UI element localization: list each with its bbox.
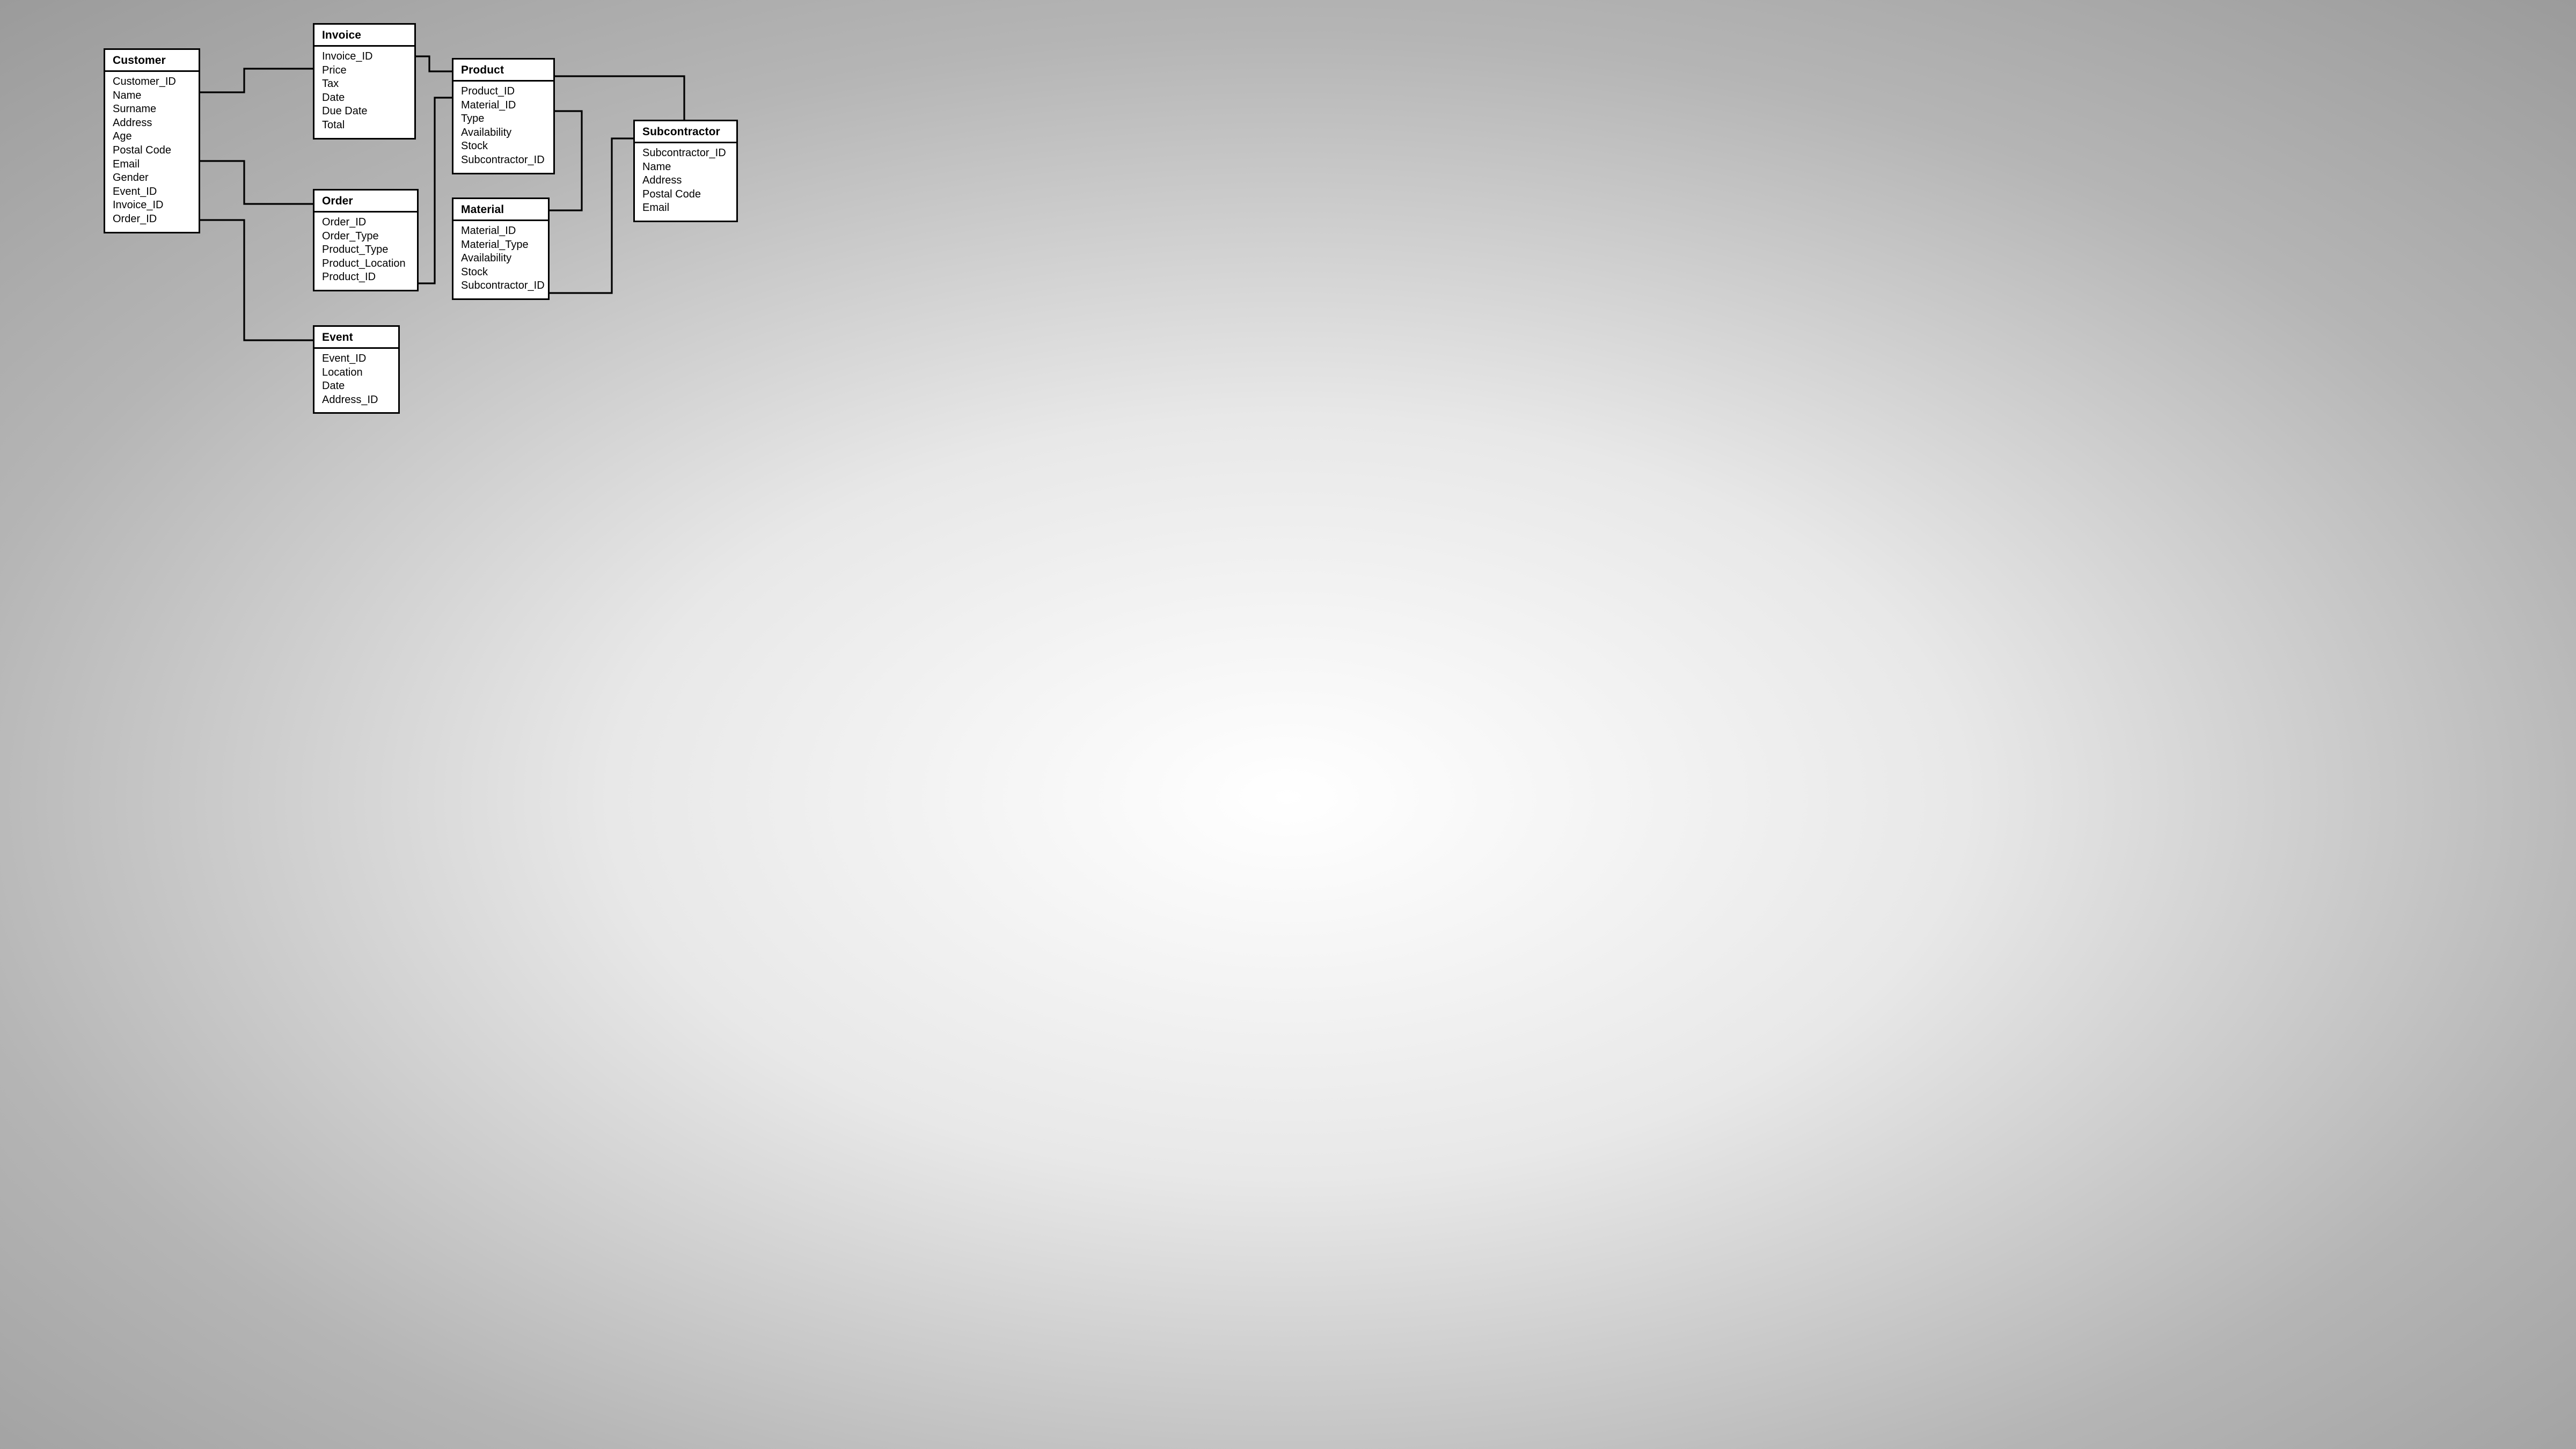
field: Availability xyxy=(461,252,540,266)
entity-title: Subcontractor xyxy=(635,121,736,143)
field: Material_ID xyxy=(461,224,540,238)
field: Order_ID xyxy=(322,216,409,230)
field: Invoice_ID xyxy=(113,199,191,213)
field: Email xyxy=(113,158,191,172)
entity-body: Subcontractor_ID Name Address Postal Cod… xyxy=(635,143,736,221)
entity-body: Customer_ID Name Surname Address Age Pos… xyxy=(105,72,199,232)
field: Subcontractor_ID xyxy=(642,147,729,160)
field: Product_Location xyxy=(322,257,409,271)
field: Total xyxy=(322,119,407,133)
entity-body: Order_ID Order_Type Product_Type Product… xyxy=(314,213,417,290)
entity-title: Event xyxy=(314,327,398,349)
field: Surname xyxy=(113,103,191,116)
field: Address xyxy=(113,116,191,130)
field: Product_Type xyxy=(322,243,409,257)
entity-order: Order Order_ID Order_Type Product_Type P… xyxy=(313,189,419,291)
field: Availability xyxy=(461,126,546,140)
field: Price xyxy=(322,64,407,78)
entity-product: Product Product_ID Material_ID Type Avai… xyxy=(452,58,555,174)
field: Material_Type xyxy=(461,238,540,252)
field: Postal Code xyxy=(113,144,191,158)
field: Event_ID xyxy=(322,352,391,366)
field: Stock xyxy=(461,266,540,280)
field: Email xyxy=(642,201,729,215)
field: Product_ID xyxy=(461,85,546,99)
field: Date xyxy=(322,379,391,393)
field: Product_ID xyxy=(322,270,409,284)
field: Order_ID xyxy=(113,213,191,226)
entity-body: Material_ID Material_Type Availability S… xyxy=(453,221,548,298)
field: Subcontractor_ID xyxy=(461,153,546,167)
entity-subcontractor: Subcontractor Subcontractor_ID Name Addr… xyxy=(633,120,738,222)
entity-body: Product_ID Material_ID Type Availability… xyxy=(453,82,553,173)
field: Tax xyxy=(322,77,407,91)
field: Name xyxy=(113,89,191,103)
field: Postal Code xyxy=(642,188,729,202)
field: Order_Type xyxy=(322,230,409,244)
field: Gender xyxy=(113,171,191,185)
field: Invoice_ID xyxy=(322,50,407,64)
er-diagram: Customer Customer_ID Name Surname Addres… xyxy=(0,0,794,447)
entity-title: Invoice xyxy=(314,25,414,47)
field: Subcontractor_ID xyxy=(461,279,540,293)
field: Material_ID xyxy=(461,99,546,113)
field: Location xyxy=(322,366,391,380)
field: Type xyxy=(461,112,546,126)
entity-title: Customer xyxy=(105,50,199,72)
entity-title: Order xyxy=(314,191,417,213)
entity-body: Event_ID Location Date Address_ID xyxy=(314,349,398,412)
field: Date xyxy=(322,91,407,105)
field: Address xyxy=(642,174,729,188)
field: Due Date xyxy=(322,105,407,119)
field: Stock xyxy=(461,140,546,153)
field: Event_ID xyxy=(113,185,191,199)
field: Age xyxy=(113,130,191,144)
entity-title: Product xyxy=(453,60,553,82)
entity-invoice: Invoice Invoice_ID Price Tax Date Due Da… xyxy=(313,23,416,140)
field: Address_ID xyxy=(322,393,391,407)
entity-event: Event Event_ID Location Date Address_ID xyxy=(313,325,400,414)
entity-body: Invoice_ID Price Tax Date Due Date Total xyxy=(314,47,414,138)
field: Name xyxy=(642,160,729,174)
entity-customer: Customer Customer_ID Name Surname Addres… xyxy=(104,48,200,233)
entity-title: Material xyxy=(453,199,548,221)
field: Customer_ID xyxy=(113,75,191,89)
entity-material: Material Material_ID Material_Type Avail… xyxy=(452,197,550,300)
